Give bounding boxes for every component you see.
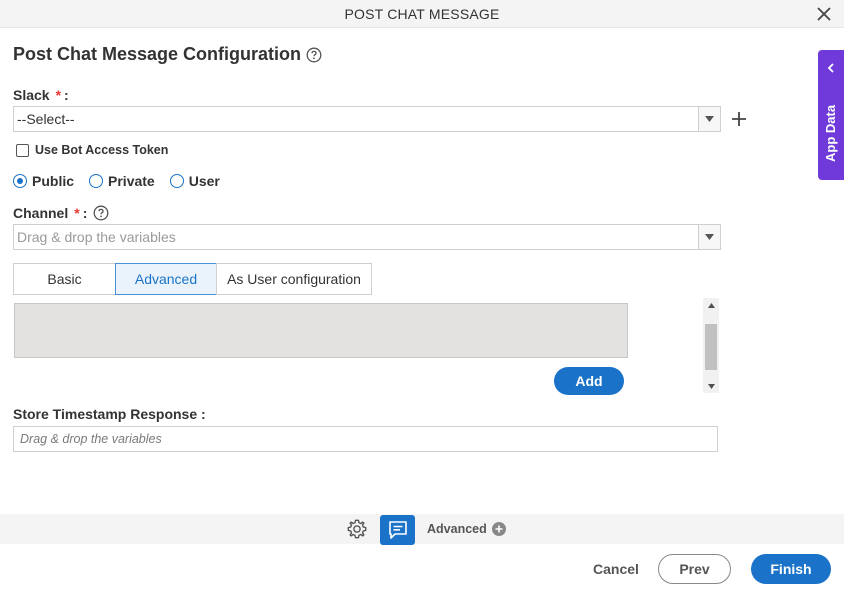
- page-title: Post Chat Message Configuration: [13, 44, 322, 65]
- tab-advanced[interactable]: Advanced: [115, 263, 217, 295]
- slack-label: Slack * :: [13, 87, 69, 103]
- channel-placeholder: Drag & drop the variables: [17, 229, 176, 245]
- close-icon[interactable]: [814, 4, 834, 24]
- bot-token-label: Use Bot Access Token: [35, 143, 169, 157]
- gear-icon[interactable]: [346, 518, 368, 540]
- tab-as-user-configuration[interactable]: As User configuration: [216, 263, 372, 295]
- chat-message-button[interactable]: [380, 515, 415, 545]
- chat-message-icon: [388, 521, 407, 539]
- radio-private[interactable]: Private: [89, 173, 155, 189]
- app-data-panel-tab[interactable]: App Data: [818, 50, 844, 180]
- radio-private-dot[interactable]: [89, 174, 104, 188]
- radio-user-label: User: [188, 173, 220, 189]
- prev-button[interactable]: Prev: [658, 554, 731, 584]
- slack-label-text: Slack: [13, 87, 50, 103]
- caret-down-icon: [707, 383, 715, 389]
- plus-circle-icon: [491, 522, 506, 536]
- radio-public-dot[interactable]: [13, 174, 27, 188]
- required-mark: *: [74, 205, 80, 221]
- channel-label-text: Channel: [13, 205, 69, 221]
- required-mark: *: [55, 87, 62, 103]
- dropdown-arrow[interactable]: [698, 107, 720, 131]
- footer-toolbar: [0, 514, 844, 544]
- channel-select[interactable]: Drag & drop the variables: [13, 224, 721, 250]
- chevron-left-icon: [827, 63, 834, 73]
- dialog-title: POST CHAT MESSAGE: [344, 6, 500, 22]
- store-timestamp-label: Store Timestamp Response :: [13, 406, 206, 422]
- radio-public[interactable]: Public: [13, 173, 74, 189]
- label-colon: :: [64, 87, 69, 103]
- bot-token-checkbox[interactable]: [16, 143, 29, 157]
- radio-user[interactable]: User: [169, 173, 220, 189]
- radio-public-label: Public: [32, 173, 75, 189]
- scroll-down-arrow[interactable]: [703, 379, 719, 393]
- help-icon[interactable]: [93, 205, 109, 221]
- tab-basic[interactable]: Basic: [13, 263, 116, 295]
- dialog-titlebar: POST CHAT MESSAGE: [0, 0, 844, 28]
- store-timestamp-placeholder: Drag & drop the variables: [20, 432, 162, 446]
- channel-label: Channel * :: [13, 205, 109, 221]
- scrollbar-thumb[interactable]: [705, 324, 717, 370]
- scroll-up-arrow[interactable]: [703, 298, 719, 312]
- page-title-text: Post Chat Message Configuration: [13, 44, 302, 64]
- advanced-toggle[interactable]: Advanced: [427, 522, 506, 536]
- store-timestamp-input[interactable]: Drag & drop the variables: [13, 426, 718, 452]
- add-button[interactable]: Add: [554, 367, 624, 395]
- radio-private-label: Private: [108, 173, 155, 189]
- radio-user-dot[interactable]: [169, 174, 184, 188]
- finish-button[interactable]: Finish: [751, 554, 831, 584]
- advanced-label: Advanced: [427, 522, 487, 536]
- advanced-fields-area: [14, 303, 628, 358]
- app-data-label: App Data: [823, 104, 838, 162]
- slack-select-value: --Select--: [17, 111, 75, 127]
- help-icon[interactable]: [306, 47, 322, 63]
- caret-up-icon: [707, 302, 715, 308]
- label-colon: :: [82, 205, 88, 221]
- cancel-button[interactable]: Cancel: [593, 561, 639, 577]
- dropdown-arrow[interactable]: [698, 225, 720, 249]
- add-connection-plus-icon[interactable]: [730, 110, 748, 128]
- caret-down-icon: [705, 234, 714, 240]
- config-tabs: Basic Advanced As User configuration: [13, 263, 372, 295]
- scrollbar[interactable]: [703, 298, 719, 393]
- visibility-radio-group: Public Private User: [13, 173, 235, 189]
- bot-token-option[interactable]: Use Bot Access Token: [16, 143, 168, 157]
- slack-select[interactable]: --Select--: [13, 106, 721, 132]
- caret-down-icon: [705, 116, 714, 122]
